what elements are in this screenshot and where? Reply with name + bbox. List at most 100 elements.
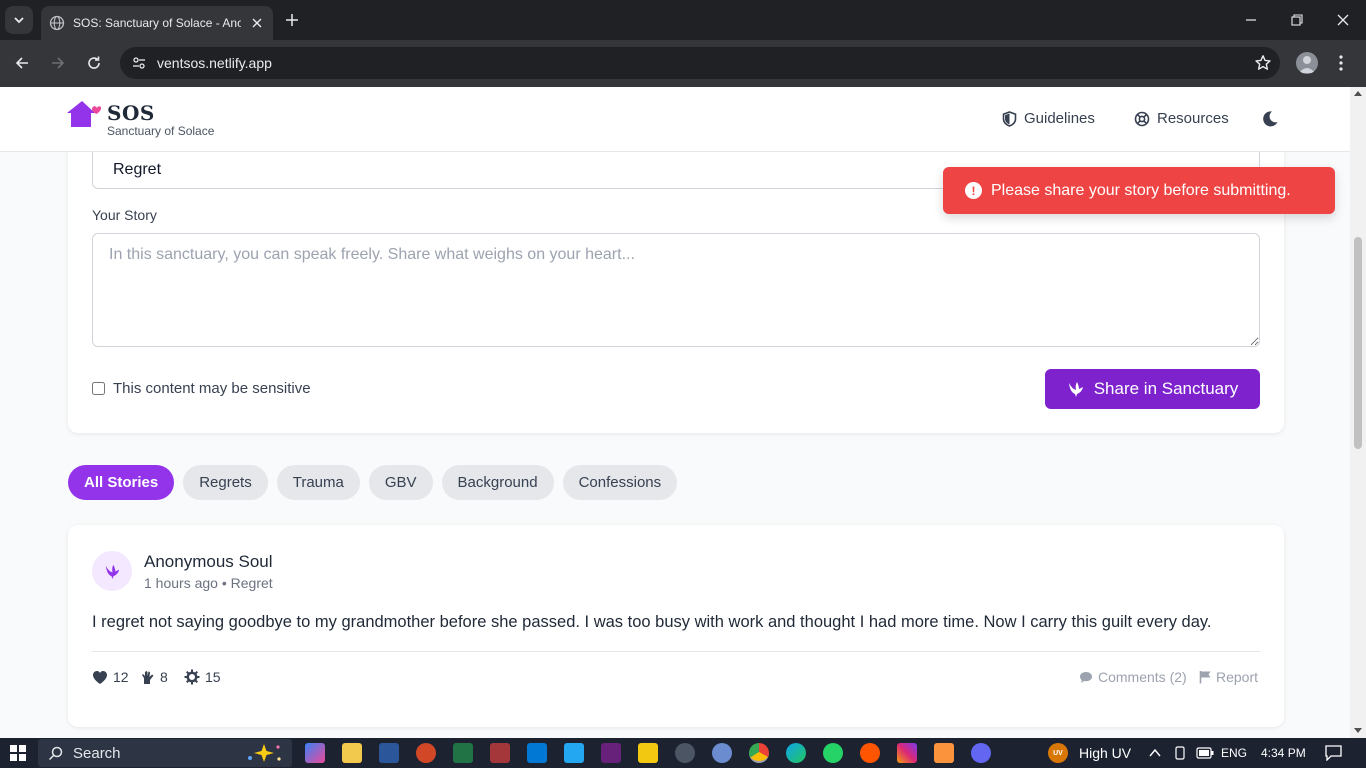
filter-gbv[interactable]: GBV: [368, 465, 433, 500]
site-header: SOS Sanctuary of Solace Guidelines Resou…: [0, 87, 1350, 152]
outlook-app-icon[interactable]: [527, 743, 547, 763]
reaction-hug-button[interactable]: 8: [141, 669, 168, 685]
reload-icon: [88, 56, 100, 69]
access-app-icon[interactable]: [490, 743, 510, 763]
restore-icon: [1291, 14, 1303, 26]
page-scrollbar[interactable]: [1350, 87, 1366, 738]
scroll-up-arrow[interactable]: [1354, 91, 1362, 96]
browser-tab[interactable]: SOS: Sanctuary of Solace - Anonymous Sto…: [41, 6, 273, 40]
r-app-icon[interactable]: [712, 743, 732, 763]
story-category: Regret: [230, 575, 273, 591]
comments-button[interactable]: Comments (2): [1079, 669, 1187, 685]
filter-all-stories[interactable]: All Stories: [68, 465, 175, 500]
soundcloud-app-icon[interactable]: [860, 743, 880, 763]
story-meta: 1 hours ago • Regret: [144, 575, 273, 591]
language-indicator[interactable]: ENG: [1221, 746, 1247, 760]
instagram-app-icon[interactable]: [897, 743, 917, 763]
share-in-sanctuary-button[interactable]: Share in Sanctuary: [1045, 369, 1260, 409]
browser-toolbar: ventsos.netlify.app: [0, 40, 1366, 87]
report-button[interactable]: Report: [1199, 669, 1258, 685]
brand-tagline: Sanctuary of Solace: [107, 124, 215, 138]
excel-app-icon[interactable]: [453, 743, 473, 763]
taskbar-search[interactable]: Search: [38, 739, 292, 767]
reaction-support-button[interactable]: 15: [184, 669, 221, 685]
vscode-app-icon[interactable]: [564, 743, 584, 763]
story-divider: [92, 651, 1260, 652]
browser-tabstrip: SOS: Sanctuary of Solace - Anonymous Sto…: [0, 0, 1366, 40]
reaction-heart-button[interactable]: 12: [92, 669, 129, 685]
hands-icon: [142, 670, 154, 684]
forward-button[interactable]: [44, 49, 72, 77]
chevron-down-icon: [14, 17, 24, 24]
settings-app-icon[interactable]: [971, 743, 991, 763]
close-window-button[interactable]: [1320, 0, 1366, 40]
error-toast: ! Please share your story before submitt…: [943, 167, 1335, 214]
close-icon[interactable]: [249, 15, 265, 31]
chrome-app-icon[interactable]: [749, 743, 769, 763]
sensitive-checkbox-row[interactable]: This content may be sensitive: [92, 380, 311, 397]
profile-avatar[interactable]: [1296, 52, 1318, 74]
story-text: I regret not saying goodbye to my grandm…: [92, 613, 1212, 631]
battery-icon[interactable]: [1196, 747, 1214, 759]
filter-trauma[interactable]: Trauma: [276, 465, 360, 500]
tab-title: SOS: Sanctuary of Solace - Anonymous Sto…: [73, 16, 241, 30]
visual-studio-app-icon[interactable]: [601, 743, 621, 763]
filter-background[interactable]: Background: [441, 465, 554, 500]
alert-circle-icon: !: [965, 182, 982, 199]
weather-icon[interactable]: UV: [1048, 743, 1068, 763]
restore-button[interactable]: [1274, 0, 1320, 40]
search-app-icon[interactable]: [675, 743, 695, 763]
chevron-up-icon[interactable]: [1149, 748, 1161, 758]
story-label: Your Story: [92, 207, 157, 223]
scroll-thumb[interactable]: [1354, 237, 1362, 449]
tasks-app-icon[interactable]: [934, 743, 954, 763]
nav-resources[interactable]: Resources: [1134, 110, 1229, 127]
category-select-value: Regret: [113, 160, 162, 178]
nav-guidelines[interactable]: Guidelines: [1002, 110, 1095, 127]
support-count: 15: [205, 669, 221, 685]
toast-message: Please share your story before submittin…: [991, 181, 1291, 199]
meta-separator: •: [221, 575, 231, 591]
taskbar-search-label: Search: [73, 744, 121, 762]
new-tab-button[interactable]: [281, 9, 303, 31]
nav-guidelines-label: Guidelines: [1024, 110, 1095, 127]
device-icon[interactable]: [1173, 746, 1187, 760]
edge-app-icon[interactable]: [786, 743, 806, 763]
close-icon: [1337, 14, 1349, 26]
back-button[interactable]: [8, 49, 36, 77]
word-app-icon[interactable]: [379, 743, 399, 763]
power-bi-app-icon[interactable]: [638, 743, 658, 763]
weather-label[interactable]: High UV: [1079, 745, 1131, 761]
powerpoint-app-icon[interactable]: [416, 743, 436, 763]
story-time: 1 hours ago: [144, 575, 218, 591]
url-text: ventsos.netlify.app: [157, 55, 272, 71]
browser-menu-button[interactable]: [1330, 52, 1352, 74]
site-info-icon[interactable]: [124, 48, 154, 78]
sensitive-label: This content may be sensitive: [113, 380, 311, 397]
moon-icon[interactable]: [1261, 110, 1279, 128]
shield-icon: [1002, 110, 1017, 127]
site-logo[interactable]: [67, 99, 101, 129]
bookmark-star-icon[interactable]: [1254, 54, 1272, 72]
dove-icon: [105, 564, 119, 579]
file-explorer-icon[interactable]: [342, 743, 362, 763]
search-icon: [48, 746, 63, 760]
sparkle-icon: [248, 744, 281, 762]
scroll-down-arrow[interactable]: [1354, 728, 1362, 733]
arrow-right-icon: [52, 57, 65, 69]
sensitive-checkbox[interactable]: [92, 382, 105, 395]
tab-search-button[interactable]: [5, 6, 33, 34]
clock[interactable]: 4:34 PM: [1261, 746, 1306, 760]
windows-start-button[interactable]: [10, 745, 26, 761]
reload-button[interactable]: [80, 49, 108, 77]
story-textarea[interactable]: [92, 233, 1260, 347]
notification-icon[interactable]: [1325, 745, 1342, 761]
address-bar[interactable]: ventsos.netlify.app: [120, 47, 1280, 79]
minimize-button[interactable]: [1228, 0, 1274, 40]
filter-regrets[interactable]: Regrets: [183, 465, 268, 500]
avatar: [92, 551, 132, 591]
whatsapp-app-icon[interactable]: [823, 743, 843, 763]
copilot-app-icon[interactable]: [305, 743, 325, 763]
more-vertical-icon: [1339, 55, 1343, 71]
filter-confessions[interactable]: Confessions: [562, 465, 678, 500]
